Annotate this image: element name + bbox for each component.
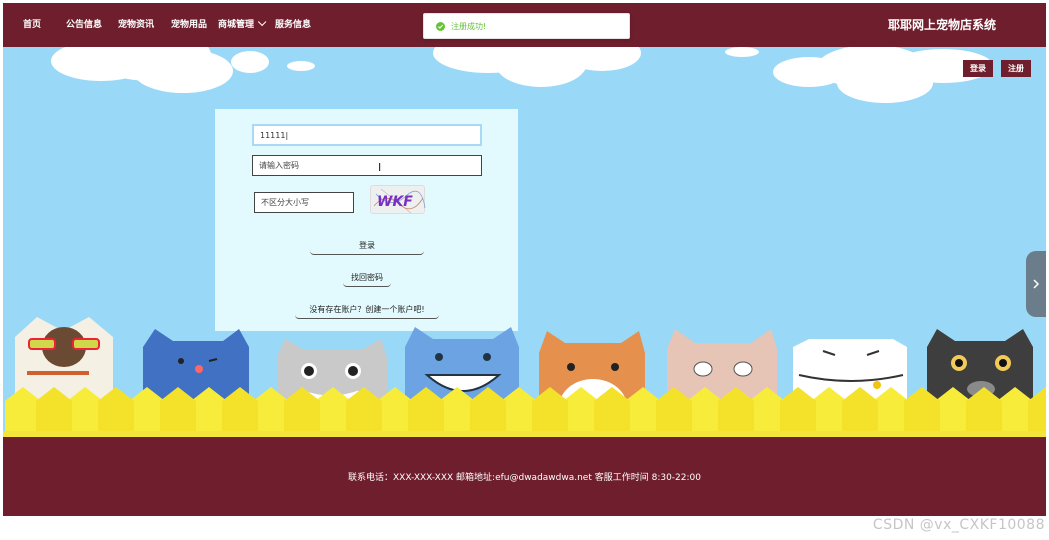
nav-mall-label: 商城管理: [218, 20, 255, 30]
password-placeholder: 请输入密码: [259, 161, 299, 170]
captcha-placeholder: 不区分大小写: [261, 198, 309, 207]
toast-message: 注册成功!: [451, 21, 487, 31]
nav-mall-management[interactable]: 商城管理: [218, 3, 267, 47]
side-drawer-toggle[interactable]: [1026, 251, 1046, 317]
nav-notices[interactable]: 公告信息: [66, 3, 102, 47]
nav-services[interactable]: 服务信息: [275, 3, 311, 47]
captcha-image[interactable]: WKF: [370, 185, 426, 214]
hero-banner: 登录 注册 11111| 请输入密码 I 不区分大小写 WKF 登录 找回密码 …: [3, 47, 1046, 437]
footer: 联系电话：XXX-XXX-XXX 邮箱地址:efu@dwadawdwa.net …: [3, 437, 1046, 516]
cloud: [725, 47, 759, 57]
username-value: 11111|: [260, 130, 289, 140]
register-button[interactable]: 注册: [1001, 60, 1031, 77]
success-toast: 注册成功!: [423, 13, 630, 39]
footer-contact: 联系电话：XXX-XXX-XXX 邮箱地址:efu@dwadawdwa.net …: [347, 473, 701, 483]
text-cursor-icon: I: [378, 161, 382, 174]
login-form: 11111| 请输入密码 I 不区分大小写 WKF 登录 找回密码 没有存在账户…: [215, 109, 518, 331]
username-input[interactable]: 11111|: [252, 124, 482, 146]
chevron-down-icon: [257, 17, 267, 27]
check-circle-icon: [436, 21, 445, 31]
cloud: [287, 61, 315, 71]
chevron-right-icon: [1033, 279, 1040, 289]
nav-pet-news[interactable]: 宠物资讯: [118, 3, 154, 47]
captcha-input[interactable]: 不区分大小写: [254, 192, 354, 213]
site-title: 耶耶网上宠物店系统: [887, 18, 996, 32]
cloud: [231, 51, 269, 73]
forgot-password-link[interactable]: 找回密码: [343, 272, 391, 287]
watermark: CSDN @vx_CXKF10088: [872, 517, 1045, 533]
nav-home[interactable]: 首页: [23, 3, 41, 47]
captcha-text: WKF: [377, 194, 413, 210]
cats-fence-illustration: [5, 317, 1046, 437]
password-input[interactable]: 请输入密码 I: [252, 155, 482, 176]
cloud: [133, 49, 233, 93]
nav-pet-supplies[interactable]: 宠物用品: [171, 3, 207, 47]
submit-login-button[interactable]: 登录: [310, 240, 424, 255]
login-button[interactable]: 登录: [963, 60, 993, 77]
